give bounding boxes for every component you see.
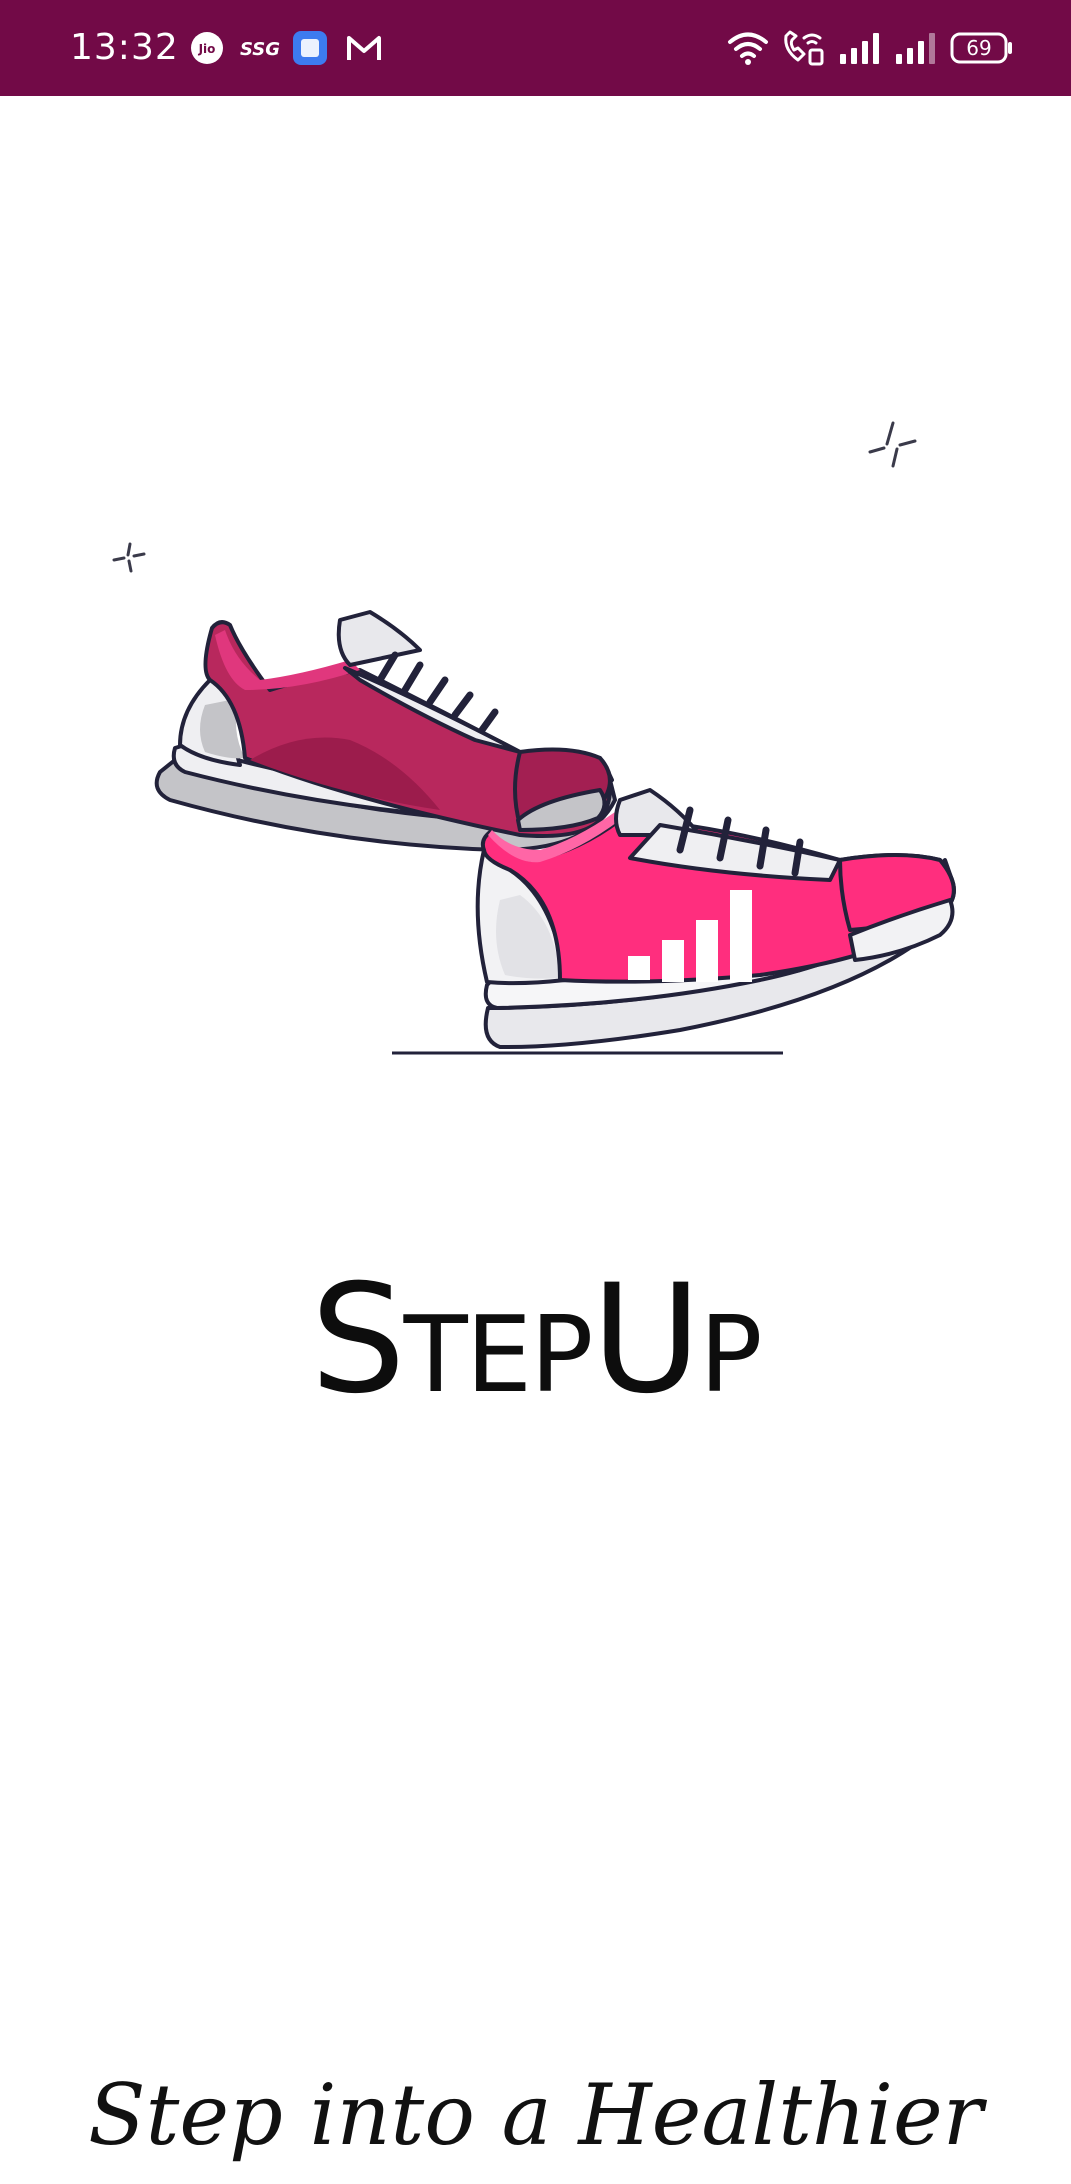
sparkle-icon: [112, 542, 146, 573]
sneakers-illustration: [112, 421, 956, 1055]
status-time: 13:32: [70, 27, 179, 68]
signal-icon: [896, 33, 935, 64]
svg-text:SSG: SSG: [240, 39, 280, 60]
jio-icon: Jio: [191, 32, 223, 64]
app-tagline: Step into a Healthier you: [88, 2066, 983, 2184]
app-icon: [293, 31, 327, 65]
gmail-icon: [347, 36, 381, 60]
wifi-calling-icon: [784, 30, 824, 66]
ssg-icon: SSG: [240, 39, 280, 60]
back-shoe: [154, 610, 617, 852]
signal-icon: [840, 33, 879, 64]
status-bar: 13:32 Jio SSG 69: [0, 0, 1071, 96]
app-title: StepUp: [310, 1253, 762, 1427]
battery-icon: 69: [950, 32, 1012, 64]
svg-text:Jio: Jio: [198, 42, 216, 56]
battery-level: 69: [966, 36, 991, 60]
sparkle-icon: [868, 421, 917, 468]
wifi-icon: [728, 32, 768, 65]
splash-screen: 13:32 Jio SSG 69 StepUp Step into a Heal…: [0, 0, 1071, 2184]
